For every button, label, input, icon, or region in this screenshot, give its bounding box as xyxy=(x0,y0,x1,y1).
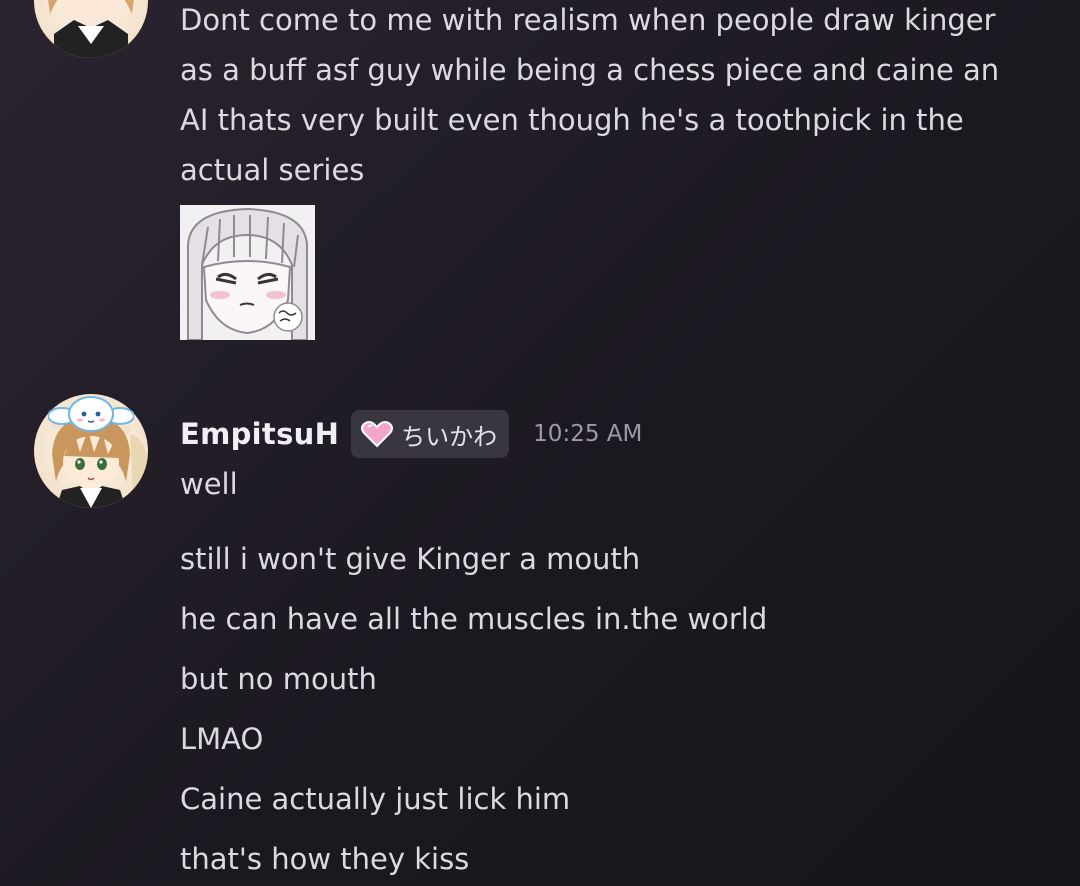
message-header: EmpitsuH ちいかわ 10:25 AM xyxy=(180,410,642,458)
anime-girl-sticker[interactable] xyxy=(180,205,315,340)
message-line: well xyxy=(180,467,238,501)
server-tag-label: ちいかわ xyxy=(401,422,498,451)
message-line: Dont come to me with realism when people… xyxy=(180,3,996,37)
message-line: actual series xyxy=(180,153,365,187)
message-line: as a buff asf guy while being a chess pi… xyxy=(180,53,1000,87)
message-line: LMAO xyxy=(180,722,264,756)
pink-heart-icon xyxy=(361,421,394,448)
message-line: AI thats very built even though he's a t… xyxy=(180,103,964,137)
server-tag[interactable]: ちいかわ xyxy=(351,410,510,458)
username[interactable]: EmpitsuH xyxy=(180,417,339,451)
previous-message: Dont come to me with realism when people… xyxy=(180,0,1060,195)
avatar-previous[interactable] xyxy=(34,0,148,58)
message-line: still i won't give Kinger a mouth xyxy=(180,542,641,576)
message-line: that's how they kiss xyxy=(180,842,470,876)
avatar-decoration-icon xyxy=(48,394,134,434)
message-line: but no mouth xyxy=(180,662,377,696)
chat-view: Dont come to me with realism when people… xyxy=(0,0,1080,886)
message-line: Caine actually just lick him xyxy=(180,782,571,816)
message-line: he can have all the muscles in.the world xyxy=(180,602,768,636)
message-timestamp: 10:25 AM xyxy=(533,421,643,447)
